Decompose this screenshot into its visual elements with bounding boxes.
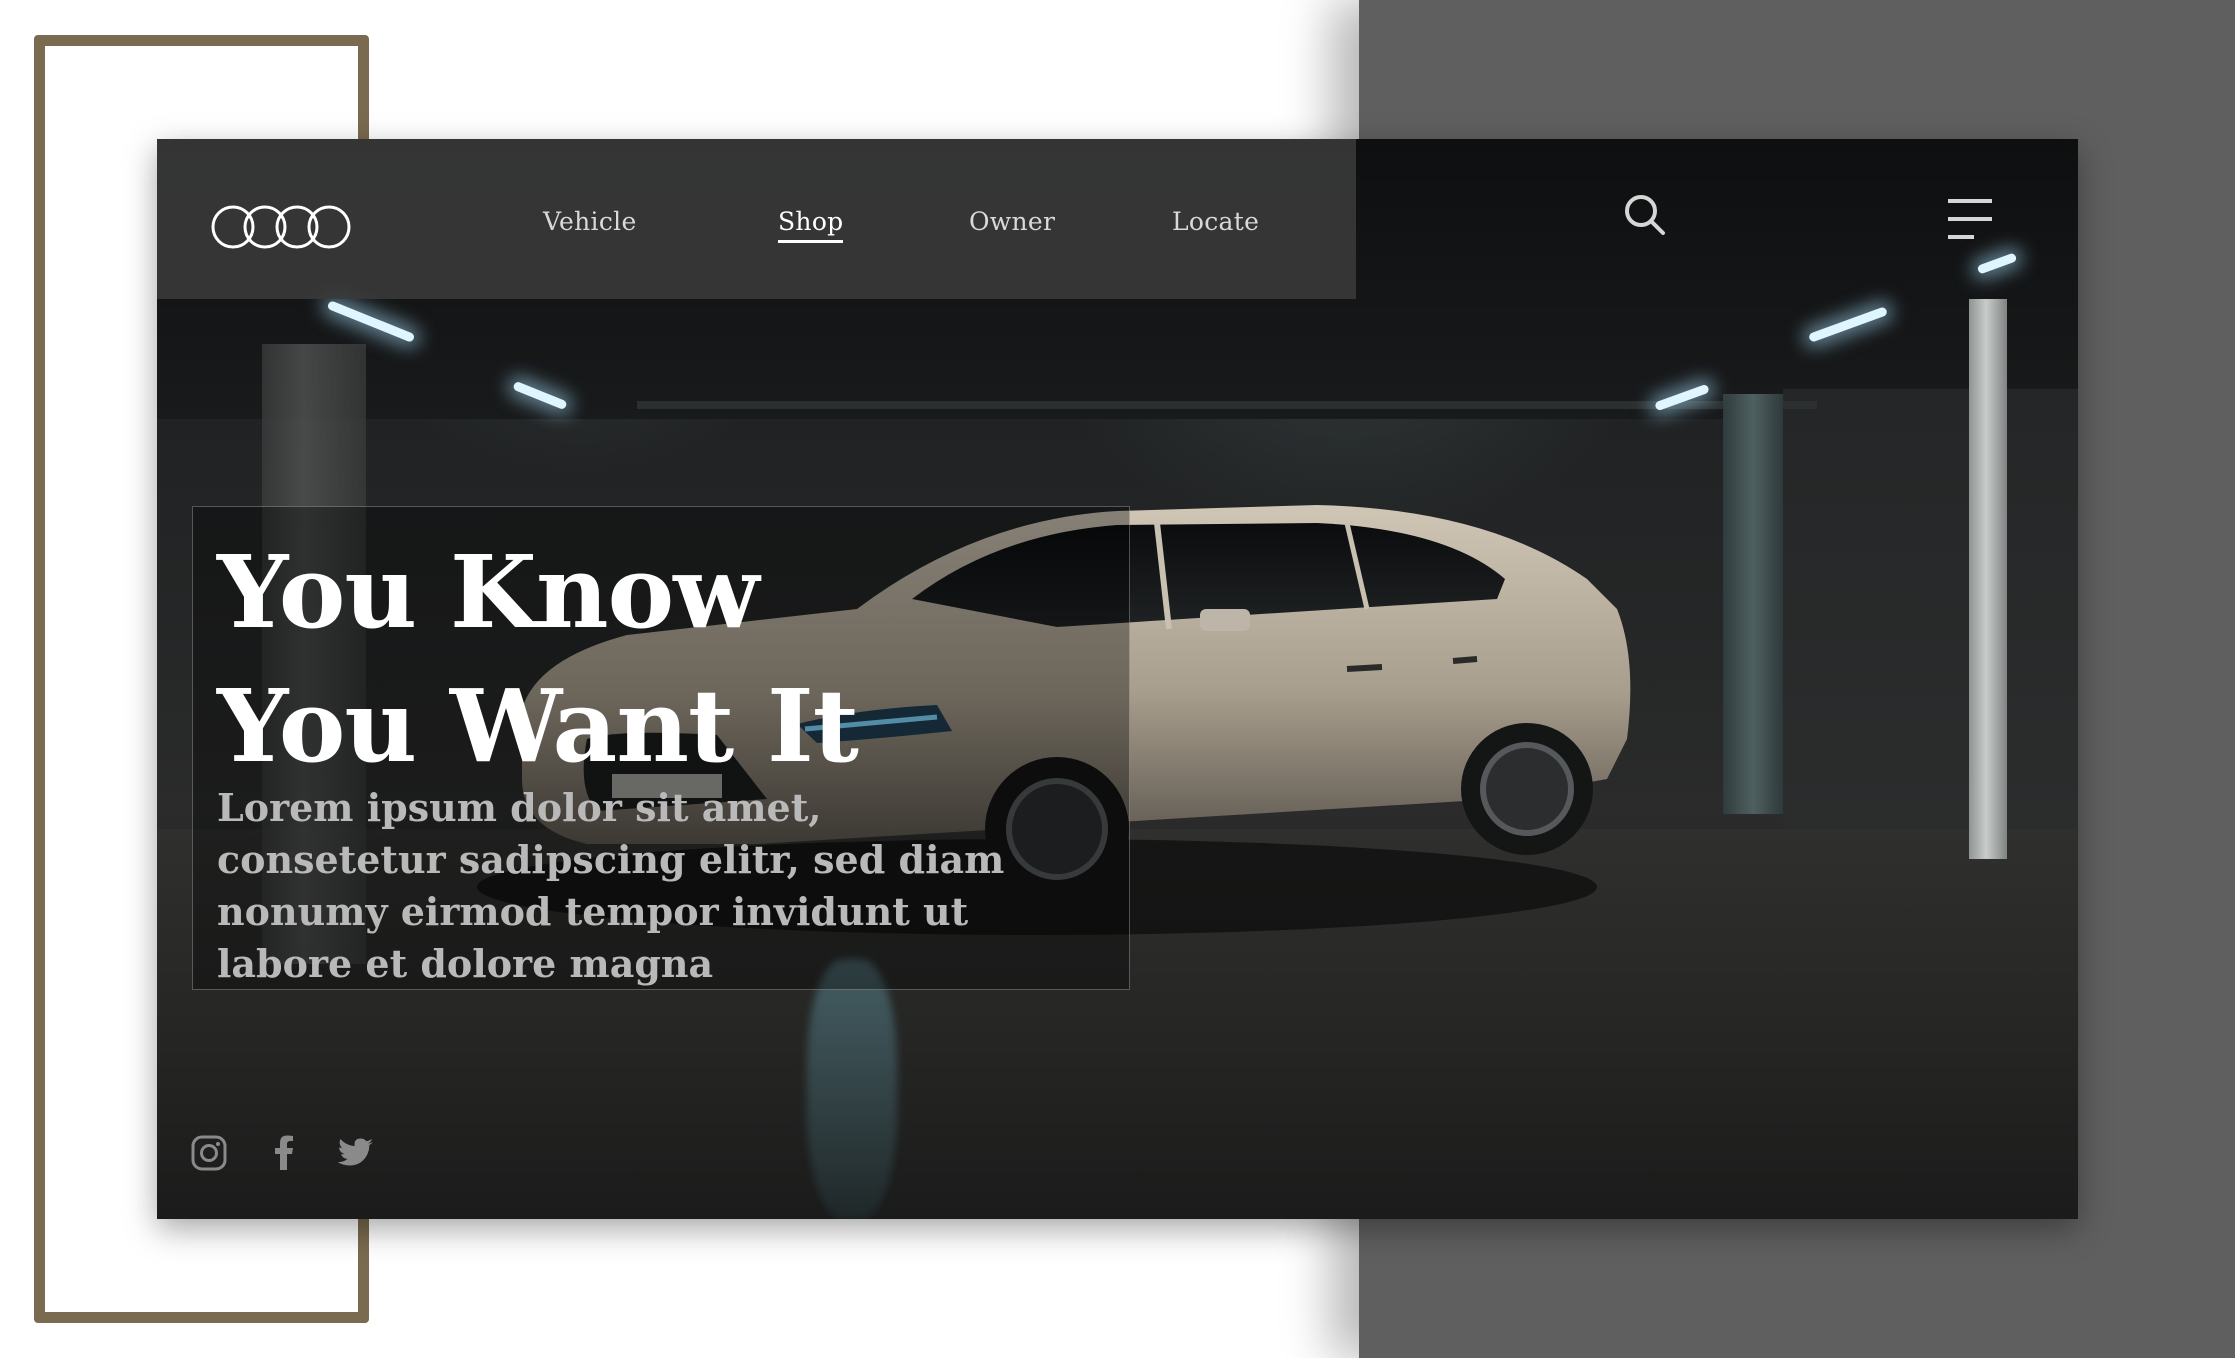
nav-item-locate[interactable]: Locate [1172,207,1259,236]
hero-card: Vehicle Shop Owner Locate You Know You W… [157,139,2078,1219]
facebook-icon[interactable] [265,1134,303,1172]
nav-item-owner[interactable]: Owner [969,207,1055,236]
headline-line-1: You Know [217,533,759,651]
search-icon[interactable] [1623,193,1667,237]
twitter-icon[interactable] [337,1134,375,1172]
nav-item-shop[interactable]: Shop [778,207,844,243]
nav-item-label: Shop [778,207,844,236]
hamburger-menu-icon[interactable] [1948,197,1994,241]
hero-subcopy: Lorem ipsum dolor sit amet, consetetur s… [217,785,1005,986]
four-rings-logo[interactable] [211,202,351,252]
active-underline [778,240,844,243]
instagram-icon[interactable] [190,1134,228,1172]
headline-panel: You Know You Want It Lorem ipsum dolor s… [192,506,1130,990]
nav-item-vehicle[interactable]: Vehicle [543,207,637,236]
hero-headline: You Know You Want It [217,525,1117,793]
headline-line-2: You Want It [217,667,859,785]
